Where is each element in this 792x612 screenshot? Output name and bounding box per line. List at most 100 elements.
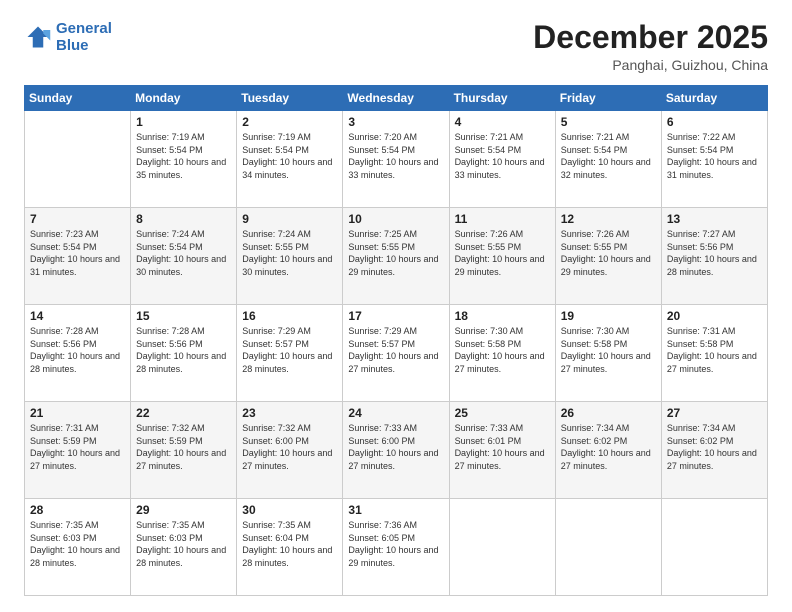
day-number: 26 xyxy=(561,406,656,420)
day-info: Sunrise: 7:26 AMSunset: 5:55 PMDaylight:… xyxy=(561,228,656,278)
calendar-cell: 21 Sunrise: 7:31 AMSunset: 5:59 PMDayligh… xyxy=(25,402,131,499)
calendar-cell: 2 Sunrise: 7:19 AMSunset: 5:54 PMDaylight… xyxy=(237,111,343,208)
calendar-cell: 17Sunrise: 7:29 AMSunset: 5:57 PMDayligh… xyxy=(343,305,449,402)
calendar-cell: 18 Sunrise: 7:30 AMSunset: 5:58 PMDayligh… xyxy=(449,305,555,402)
day-number: 24 xyxy=(348,406,443,420)
page: General Blue December 2025 Panghai, Guiz… xyxy=(0,0,792,612)
day-number: 20 xyxy=(667,309,762,323)
day-number: 11 xyxy=(455,212,550,226)
logo-icon xyxy=(24,23,52,51)
col-monday: Monday xyxy=(131,86,237,111)
title-block: December 2025 Panghai, Guizhou, China xyxy=(533,20,768,73)
calendar-cell: 13 Sunrise: 7:27 AMSunset: 5:56 PMDayligh… xyxy=(661,208,767,305)
calendar-cell: 25Sunrise: 7:33 AMSunset: 6:01 PMDayligh… xyxy=(449,402,555,499)
day-number: 13 xyxy=(667,212,762,226)
day-info: Sunrise: 7:28 AMSunset: 5:56 PMDaylight:… xyxy=(136,325,231,375)
day-info: Sunrise: 7:19 AMSunset: 5:54 PMDaylight:… xyxy=(136,131,231,181)
day-number: 8 xyxy=(136,212,231,226)
day-info: Sunrise: 7:24 AMSunset: 5:55 PMDaylight:… xyxy=(242,228,337,278)
day-info: Sunrise: 7:20 AMSunset: 5:54 PMDaylight:… xyxy=(348,131,443,181)
calendar-cell xyxy=(25,111,131,208)
calendar-cell xyxy=(449,499,555,596)
day-number: 10 xyxy=(348,212,443,226)
location: Panghai, Guizhou, China xyxy=(533,57,768,73)
day-info: Sunrise: 7:27 AMSunset: 5:56 PMDaylight:… xyxy=(667,228,762,278)
calendar-cell: 4Sunrise: 7:21 AMSunset: 5:54 PMDaylight… xyxy=(449,111,555,208)
day-info: Sunrise: 7:26 AMSunset: 5:55 PMDaylight:… xyxy=(455,228,550,278)
calendar-cell xyxy=(555,499,661,596)
day-info: Sunrise: 7:32 AMSunset: 6:00 PMDaylight:… xyxy=(242,422,337,472)
calendar-cell: 10 Sunrise: 7:25 AMSunset: 5:55 PMDayligh… xyxy=(343,208,449,305)
day-info: Sunrise: 7:30 AMSunset: 5:58 PMDaylight:… xyxy=(455,325,550,375)
calendar-cell: 20 Sunrise: 7:31 AMSunset: 5:58 PMDayligh… xyxy=(661,305,767,402)
calendar-cell: 23 Sunrise: 7:32 AMSunset: 6:00 PMDayligh… xyxy=(237,402,343,499)
day-number: 28 xyxy=(30,503,125,517)
col-tuesday: Tuesday xyxy=(237,86,343,111)
day-number: 31 xyxy=(348,503,443,517)
logo: General Blue xyxy=(24,20,112,55)
day-number: 21 xyxy=(30,406,125,420)
calendar-row-4: 28 Sunrise: 7:35 AMSunset: 6:03 PMDayligh… xyxy=(25,499,768,596)
day-number: 7 xyxy=(30,212,125,226)
day-number: 23 xyxy=(242,406,337,420)
calendar-cell: 5 Sunrise: 7:21 AMSunset: 5:54 PMDaylight… xyxy=(555,111,661,208)
calendar-cell: 16Sunrise: 7:29 AMSunset: 5:57 PMDayligh… xyxy=(237,305,343,402)
day-info: Sunrise: 7:36 AMSunset: 6:05 PMDaylight:… xyxy=(348,519,443,569)
day-number: 12 xyxy=(561,212,656,226)
day-info: Sunrise: 7:35 AMSunset: 6:03 PMDaylight:… xyxy=(136,519,231,569)
logo-text: General Blue xyxy=(56,20,112,55)
calendar-table: Sunday Monday Tuesday Wednesday Thursday… xyxy=(24,85,768,596)
calendar-cell: 24 Sunrise: 7:33 AMSunset: 6:00 PMDayligh… xyxy=(343,402,449,499)
calendar-cell: 30 Sunrise: 7:35 AMSunset: 6:04 PMDayligh… xyxy=(237,499,343,596)
calendar-cell: 28Sunrise: 7:35 AMSunset: 6:03 PMDayligh… xyxy=(25,499,131,596)
day-number: 14 xyxy=(30,309,125,323)
day-info: Sunrise: 7:22 AMSunset: 5:54 PMDaylight:… xyxy=(667,131,762,181)
day-info: Sunrise: 7:21 AMSunset: 5:54 PMDaylight:… xyxy=(455,131,550,181)
calendar-cell: 11 Sunrise: 7:26 AMSunset: 5:55 PMDayligh… xyxy=(449,208,555,305)
header: General Blue December 2025 Panghai, Guiz… xyxy=(24,20,768,73)
day-number: 2 xyxy=(242,115,337,129)
col-wednesday: Wednesday xyxy=(343,86,449,111)
day-info: Sunrise: 7:35 AMSunset: 6:04 PMDaylight:… xyxy=(242,519,337,569)
day-info: Sunrise: 7:34 AMSunset: 6:02 PMDaylight:… xyxy=(561,422,656,472)
calendar-row-1: 7 Sunrise: 7:23 AMSunset: 5:54 PMDaylight… xyxy=(25,208,768,305)
day-info: Sunrise: 7:24 AMSunset: 5:54 PMDaylight:… xyxy=(136,228,231,278)
calendar-cell: 27Sunrise: 7:34 AMSunset: 6:02 PMDayligh… xyxy=(661,402,767,499)
calendar-cell xyxy=(661,499,767,596)
day-info: Sunrise: 7:31 AMSunset: 5:58 PMDaylight:… xyxy=(667,325,762,375)
col-sunday: Sunday xyxy=(25,86,131,111)
calendar-header-row: Sunday Monday Tuesday Wednesday Thursday… xyxy=(25,86,768,111)
day-number: 27 xyxy=(667,406,762,420)
day-info: Sunrise: 7:25 AMSunset: 5:55 PMDaylight:… xyxy=(348,228,443,278)
calendar-cell: 8 Sunrise: 7:24 AMSunset: 5:54 PMDaylight… xyxy=(131,208,237,305)
day-number: 6 xyxy=(667,115,762,129)
day-info: Sunrise: 7:23 AMSunset: 5:54 PMDaylight:… xyxy=(30,228,125,278)
day-info: Sunrise: 7:21 AMSunset: 5:54 PMDaylight:… xyxy=(561,131,656,181)
day-number: 16 xyxy=(242,309,337,323)
calendar-cell: 9 Sunrise: 7:24 AMSunset: 5:55 PMDaylight… xyxy=(237,208,343,305)
day-number: 22 xyxy=(136,406,231,420)
day-info: Sunrise: 7:28 AMSunset: 5:56 PMDaylight:… xyxy=(30,325,125,375)
day-number: 3 xyxy=(348,115,443,129)
day-number: 5 xyxy=(561,115,656,129)
day-number: 25 xyxy=(455,406,550,420)
calendar-cell: 1Sunrise: 7:19 AMSunset: 5:54 PMDaylight… xyxy=(131,111,237,208)
day-number: 9 xyxy=(242,212,337,226)
day-info: Sunrise: 7:19 AMSunset: 5:54 PMDaylight:… xyxy=(242,131,337,181)
day-number: 15 xyxy=(136,309,231,323)
calendar-cell: 29Sunrise: 7:35 AMSunset: 6:03 PMDayligh… xyxy=(131,499,237,596)
day-info: Sunrise: 7:31 AMSunset: 5:59 PMDaylight:… xyxy=(30,422,125,472)
calendar-cell: 6 Sunrise: 7:22 AMSunset: 5:54 PMDaylight… xyxy=(661,111,767,208)
day-number: 17 xyxy=(348,309,443,323)
month-title: December 2025 xyxy=(533,20,768,55)
day-number: 30 xyxy=(242,503,337,517)
day-info: Sunrise: 7:33 AMSunset: 6:00 PMDaylight:… xyxy=(348,422,443,472)
col-friday: Friday xyxy=(555,86,661,111)
calendar-cell: 19 Sunrise: 7:30 AMSunset: 5:58 PMDayligh… xyxy=(555,305,661,402)
calendar-cell: 31 Sunrise: 7:36 AMSunset: 6:05 PMDayligh… xyxy=(343,499,449,596)
day-number: 19 xyxy=(561,309,656,323)
col-thursday: Thursday xyxy=(449,86,555,111)
day-info: Sunrise: 7:32 AMSunset: 5:59 PMDaylight:… xyxy=(136,422,231,472)
day-info: Sunrise: 7:30 AMSunset: 5:58 PMDaylight:… xyxy=(561,325,656,375)
day-number: 18 xyxy=(455,309,550,323)
